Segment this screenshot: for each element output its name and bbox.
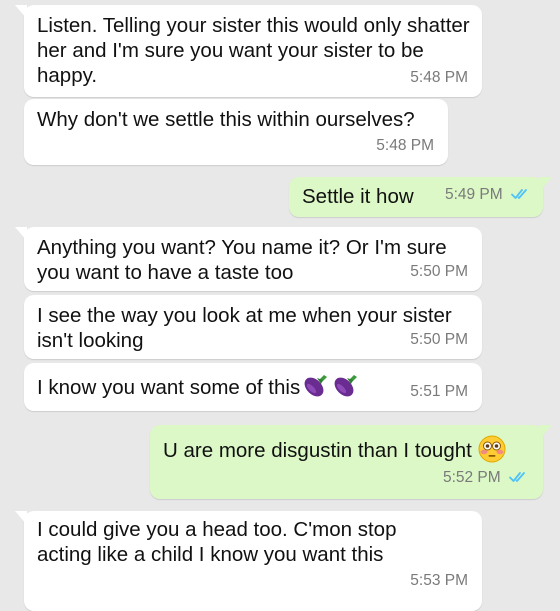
message-bubble-incoming[interactable]: Listen. Telling your sister this would o…	[15, 5, 482, 97]
eggplant-emoji	[300, 372, 330, 406]
message-text: Settle it how	[302, 185, 414, 208]
message-timestamp: 5:50 PM	[410, 331, 468, 348]
message-text: I could give you a head too. C'mon stop …	[37, 518, 397, 566]
message-text: Anything you want? You name it? Or I'm s…	[37, 236, 447, 284]
message-bubble-outgoing[interactable]: U are more disgustin than I tought 5:52 …	[150, 425, 552, 499]
message-bubble-incoming[interactable]: I know you want some of this 5:51 PM	[24, 363, 482, 411]
message-timestamp: 5:48 PM	[376, 137, 434, 154]
message-text: I see the way you look at me when your s…	[37, 304, 452, 352]
message-timestamp: 5:48 PM	[410, 69, 468, 86]
message-bubble-incoming[interactable]: I could give you a head too. C'mon stop …	[15, 511, 482, 611]
message-timestamp: 5:53 PM	[410, 572, 468, 589]
message-text: I know you want some of this	[37, 376, 301, 399]
double-check-read-icon	[509, 467, 529, 492]
message-timestamp: 5:52 PM	[442, 469, 501, 486]
eggplant-emoji	[330, 372, 360, 406]
message-timestamp: 5:50 PM	[410, 263, 468, 280]
message-bubble-incoming[interactable]: Anything you want? You name it? Or I'm s…	[15, 227, 482, 291]
message-text: U are more disgustin than I tought	[163, 439, 472, 462]
double-check-read-icon	[511, 184, 531, 209]
message-timestamp: 5:51 PM	[410, 383, 468, 400]
message-text: Why don't we settle this within ourselve…	[37, 108, 415, 131]
flushed-face-emoji	[478, 435, 506, 469]
message-text: Listen. Telling your sister this would o…	[37, 14, 470, 87]
chat-conversation: Listen. Telling your sister this would o…	[0, 0, 560, 611]
message-bubble-incoming[interactable]: I see the way you look at me when your s…	[24, 295, 482, 359]
message-bubble-outgoing[interactable]: Settle it how 5:49 PM	[289, 177, 552, 217]
message-bubble-incoming[interactable]: Why don't we settle this within ourselve…	[24, 99, 448, 165]
message-timestamp: 5:49 PM	[444, 186, 503, 203]
